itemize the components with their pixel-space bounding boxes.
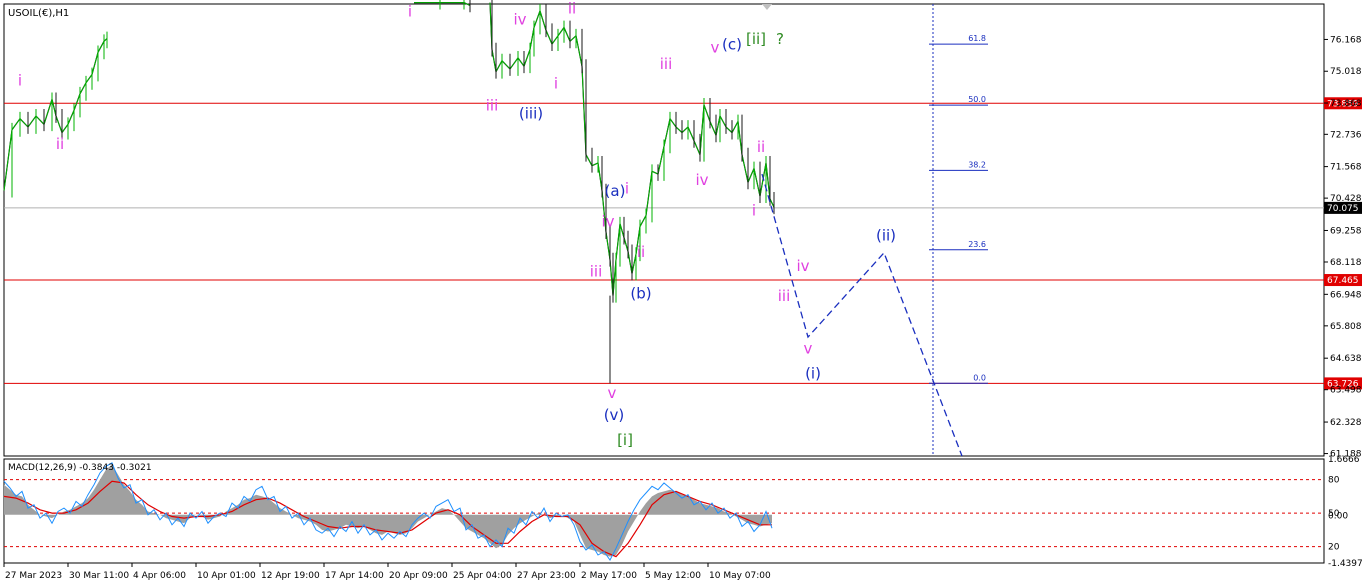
current-price-label: 70.075 [1327, 204, 1359, 214]
wave-label: i [752, 201, 756, 219]
wave-label: ii [757, 138, 765, 156]
y-tick-label: 73.868 [1330, 99, 1362, 109]
wave-label: i [408, 2, 412, 20]
x-tick-label: 17 Apr 14:00 [325, 571, 384, 581]
wave-label: ii [56, 135, 64, 153]
x-tick-label: 27 Apr 23:00 [517, 571, 576, 581]
macd-tick-label: -1.4397 [1328, 559, 1363, 569]
wave-label: v [711, 38, 720, 56]
wave-label: iv [513, 11, 526, 29]
x-tick-label: 5 May 12:00 [645, 571, 701, 581]
macd-tick-label: 80 [1328, 476, 1340, 486]
chart-window[interactable]: 73.859 67.465 63.726 70.075 61.8 50.0 38.2 23.… [0, 0, 1366, 588]
wave-label: [ii] [746, 30, 766, 48]
y-tick-label: 64.638 [1330, 354, 1362, 364]
wave-label: (a) [605, 182, 626, 200]
wave-label: (i) [805, 365, 821, 383]
wave-label: iv [601, 213, 614, 231]
wave-label: iv [796, 257, 809, 275]
fib-level-label: 0.0 [973, 373, 986, 382]
x-tick-label: 12 Apr 19:00 [261, 571, 320, 581]
x-tick-label: 10 Apr 01:00 [197, 571, 256, 581]
macd-tick-label: 1.6666 [1328, 455, 1360, 465]
y-tick-label: 68.118 [1330, 258, 1362, 268]
wave-label: v [608, 384, 617, 402]
x-tick-label: 25 Apr 04:00 [453, 571, 512, 581]
x-tick-label: 30 Mar 11:00 [69, 571, 129, 581]
wave-label: iii [590, 262, 603, 280]
y-tick-label: 72.736 [1330, 130, 1362, 140]
wave-label: (iii) [519, 105, 543, 123]
wave-label: i [18, 72, 22, 90]
wave-label: iii [486, 96, 499, 114]
wave-label: ? [776, 30, 784, 48]
chart-title: USOIL(€),H1 [8, 8, 69, 19]
chart-canvas[interactable]: 73.85967.46563.72670.075 61.850.038.223.… [0, 0, 1366, 588]
fib-level-label: 38.2 [968, 160, 986, 169]
x-tick-label: 2 May 17:00 [581, 571, 637, 581]
y-tick-label: 75.018 [1330, 67, 1362, 77]
wave-label: (b) [630, 284, 651, 302]
macd-tick-label: 0.00 [1328, 511, 1348, 521]
y-tick-label: 65.808 [1330, 322, 1362, 332]
fib-level-label: 50.0 [968, 95, 986, 104]
wave-label: iii [778, 287, 791, 305]
y-tick-label: 71.568 [1330, 163, 1362, 173]
wave-label: ii [568, 0, 576, 18]
fib-level-label: 23.6 [968, 240, 986, 249]
wave-label: v [804, 340, 813, 358]
wave-label: (c) [722, 36, 742, 54]
y-tick-label: 70.428 [1330, 194, 1362, 204]
wave-label: [i] [617, 431, 633, 449]
y-tick-label: 69.258 [1330, 226, 1362, 236]
y-tick-label: 62.328 [1330, 418, 1362, 428]
wave-label: (ii) [876, 226, 896, 244]
wave-label: iv [695, 171, 708, 189]
y-tick-label: 76.168 [1330, 35, 1362, 45]
y-tick-label: 66.948 [1330, 290, 1362, 300]
wave-label: (v) [604, 406, 625, 424]
wave-label: i [554, 74, 558, 92]
y-tick-label: 63.498 [1330, 386, 1362, 396]
level-price-label: 67.465 [1327, 276, 1359, 286]
macd-tick-label: 20 [1328, 543, 1340, 553]
fib-level-label: 61.8 [968, 34, 986, 43]
x-tick-label: 4 Apr 06:00 [133, 571, 186, 581]
x-tick-label: 20 Apr 09:00 [389, 571, 448, 581]
macd-title: MACD(12,26,9) -0.3843 -0.3021 [8, 463, 152, 473]
x-tick-label: 10 May 07:00 [709, 571, 771, 581]
x-tick-label: 27 Mar 2023 [5, 571, 62, 581]
wave-label: iii [660, 55, 673, 73]
wave-label: i [625, 179, 629, 197]
wave-label: ii [637, 243, 645, 261]
